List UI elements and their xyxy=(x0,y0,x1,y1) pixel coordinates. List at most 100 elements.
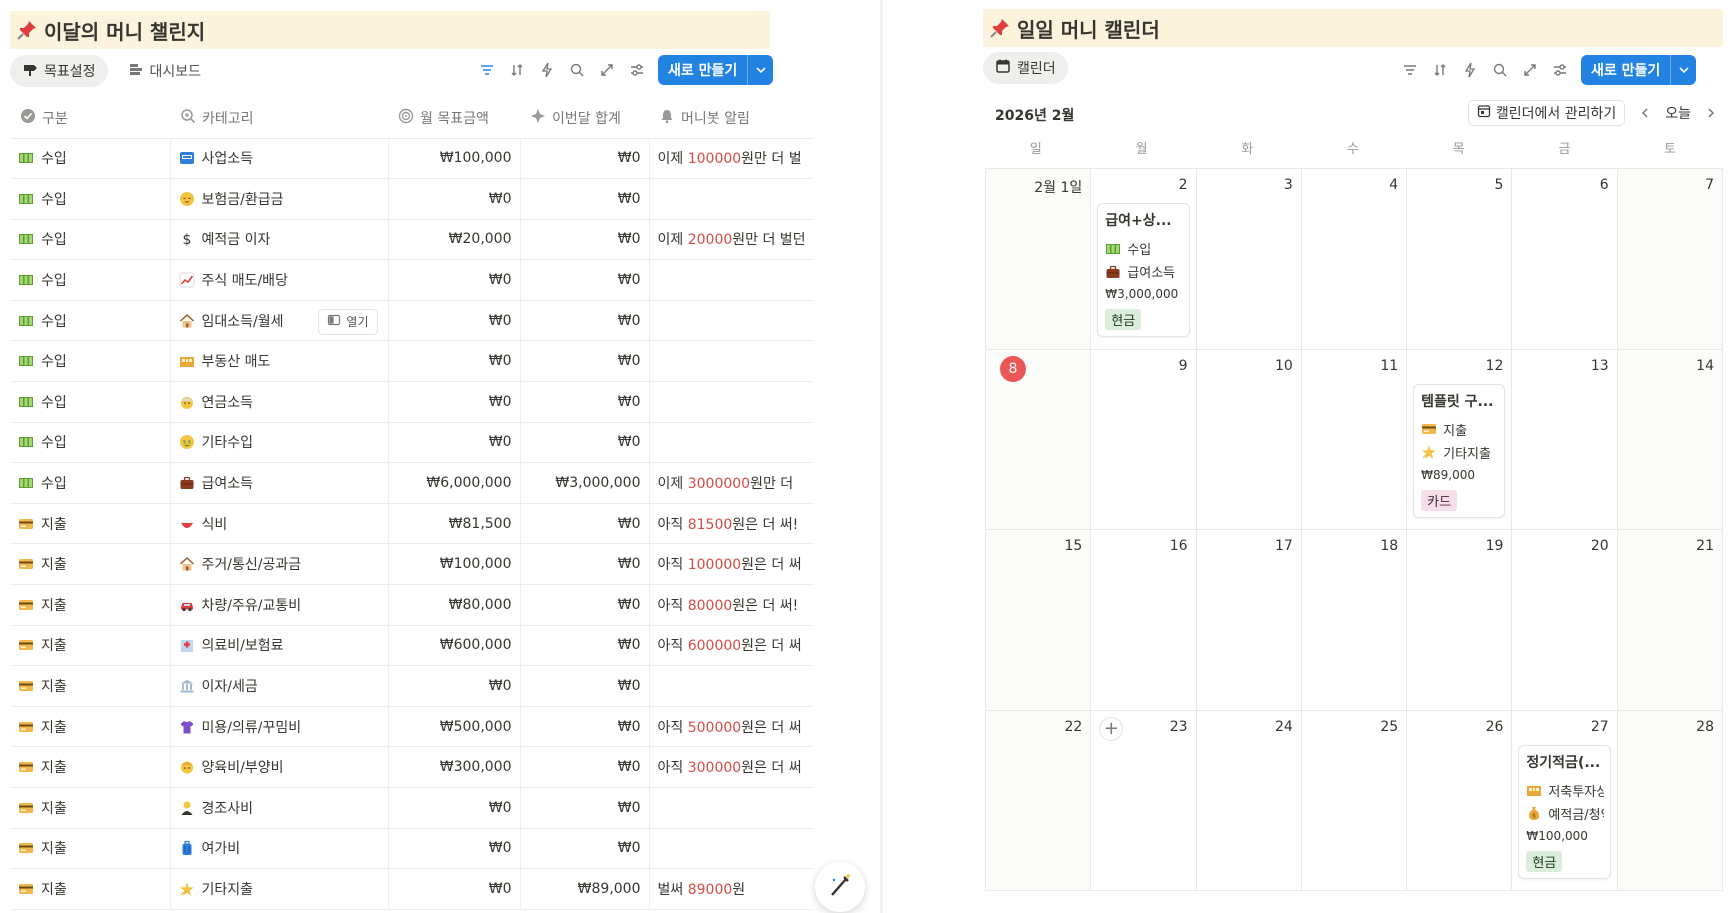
calendar-event-card[interactable]: 템플릿 구... 지출 기타지출 ₩89,000 카드 xyxy=(1413,383,1506,518)
cell-moneybot-alert[interactable] xyxy=(649,665,814,707)
settings-sliders-icon[interactable] xyxy=(622,55,652,85)
cell-type[interactable]: 수입 xyxy=(10,462,171,504)
cell-type[interactable]: 지출 xyxy=(10,584,171,626)
cell-type[interactable]: 지출 xyxy=(10,543,171,586)
calendar-day-cell[interactable]: 8 xyxy=(986,349,1092,530)
calendar-day-cell[interactable]: 3 xyxy=(1196,169,1302,350)
cell-type[interactable]: 지출 xyxy=(10,787,171,829)
cell-category[interactable]: $ $ 기타수입 xyxy=(170,422,389,464)
open-page-button[interactable]: 열기 xyxy=(318,308,378,335)
cell-moneybot-alert[interactable]: 벌써 89000원 xyxy=(649,868,814,910)
cell-goal-amount[interactable]: ₩0 xyxy=(388,828,521,870)
cell-month-total[interactable]: ₩0 xyxy=(520,219,650,261)
table-row[interactable]: 수입 부동산 매도 ₩0 ₩0 xyxy=(10,340,814,383)
calendar-day-cell[interactable]: 18 xyxy=(1301,530,1408,711)
cell-category[interactable]: 급여소득 xyxy=(170,462,389,504)
cell-category[interactable]: 부동산 매도 xyxy=(170,340,389,383)
table-row[interactable]: 수입 주식 매도/배당 ₩0 ₩0 xyxy=(10,259,814,301)
table-row[interactable]: 수입 $ 예적금 이자 ₩20,000 ₩0 이제 20000원만 더 벌던 xyxy=(10,219,814,261)
cell-goal-amount[interactable]: ₩80,000 xyxy=(388,584,521,626)
table-row[interactable]: 지출 기타지출 ₩0 ₩89,000 벌써 89000원 xyxy=(10,868,814,910)
cell-category[interactable]: 양육비/부양비 xyxy=(170,746,389,788)
calendar-event-card[interactable]: 정기적금(... 저축투자상품 $ 예적금/청약 ₩100,000 현금 xyxy=(1518,744,1611,879)
cell-category[interactable]: 미용/의류/꾸밈비 xyxy=(170,706,389,748)
cell-goal-amount[interactable]: ₩0 xyxy=(388,787,521,829)
filter-icon[interactable] xyxy=(1395,55,1425,85)
calendar-day-cell[interactable]: 4 xyxy=(1301,169,1408,350)
cell-category[interactable]: 주거/통신/공과금 xyxy=(170,543,389,586)
cell-moneybot-alert[interactable]: 이제 3000000원만 더 xyxy=(649,462,814,504)
cell-moneybot-alert[interactable]: 이제 20000원만 더 벌던 xyxy=(649,219,814,261)
tab-calendar[interactable]: 캘린더 xyxy=(983,52,1068,84)
cell-goal-amount[interactable]: ₩0 xyxy=(388,340,521,383)
cell-goal-amount[interactable]: ₩81,500 xyxy=(388,503,521,545)
cell-goal-amount[interactable]: ₩600,000 xyxy=(388,625,521,667)
table-row[interactable]: 수입 급여소득 ₩6,000,000 ₩3,000,000 이제 3000000원만 더 xyxy=(10,462,814,504)
cell-month-total[interactable]: ₩0 xyxy=(520,300,650,342)
cell-type[interactable]: 지출 xyxy=(10,665,171,707)
cell-month-total[interactable]: ₩0 xyxy=(520,178,650,220)
lightning-icon[interactable] xyxy=(532,55,562,85)
cell-goal-amount[interactable]: ₩6,000,000 xyxy=(388,462,521,504)
sort-icon[interactable] xyxy=(502,55,532,85)
cell-goal-amount[interactable]: ₩0 xyxy=(388,381,521,423)
search-icon[interactable] xyxy=(562,55,592,85)
manage-in-calendar-button[interactable]: 캘린더에서 관리하기 xyxy=(1467,100,1626,126)
cell-category[interactable]: 이자/세금 xyxy=(170,665,389,707)
table-row[interactable]: 지출 차량/주유/교통비 ₩80,000 ₩0 아직 80000원은 더 써! xyxy=(10,584,814,626)
cell-month-total[interactable]: ₩0 xyxy=(520,381,650,423)
cell-moneybot-alert[interactable] xyxy=(649,828,814,870)
cell-goal-amount[interactable]: ₩100,000 xyxy=(388,138,521,180)
cell-type[interactable]: 지출 xyxy=(10,625,171,667)
cell-category[interactable]: 연금소득 xyxy=(170,381,389,423)
next-month-chevron-icon[interactable] xyxy=(1699,101,1723,125)
cell-moneybot-alert[interactable] xyxy=(649,340,814,383)
cell-type[interactable]: 수입 xyxy=(10,219,171,261)
cell-category[interactable]: 여가비 xyxy=(170,828,389,870)
cell-month-total[interactable]: ₩0 xyxy=(520,787,650,829)
calendar-day-cell[interactable]: 13 xyxy=(1512,349,1618,530)
cell-moneybot-alert[interactable] xyxy=(649,178,814,220)
calendar-day-cell[interactable]: 9 xyxy=(1091,349,1197,530)
column-header-total[interactable]: 이번달 합계 xyxy=(520,98,649,139)
calendar-day-cell[interactable]: 19 xyxy=(1407,530,1513,711)
table-row[interactable]: 지출 식비 ₩81,500 ₩0 아직 81500원은 더 써! xyxy=(10,503,814,545)
cell-goal-amount[interactable]: ₩300,000 xyxy=(388,746,521,788)
table-row[interactable]: 지출 미용/의류/꾸밈비 ₩500,000 ₩0 아직 500000원은 더 써 xyxy=(10,706,814,748)
cell-type[interactable]: 수입 xyxy=(10,381,171,423)
cell-moneybot-alert[interactable]: 이제 100000원만 더 벌 xyxy=(649,138,814,180)
calendar-day-cell[interactable]: 25 xyxy=(1301,710,1408,891)
calendar-day-cell[interactable]: 10 xyxy=(1196,349,1302,530)
table-row[interactable]: 수입 $ $ 기타수입 ₩0 ₩0 xyxy=(10,422,814,464)
calendar-day-cell[interactable]: 28 xyxy=(1617,710,1723,891)
cell-moneybot-alert[interactable] xyxy=(649,259,814,301)
new-button[interactable]: 새로 만들기 xyxy=(1581,55,1697,85)
cell-goal-amount[interactable]: ₩0 xyxy=(388,178,521,220)
cell-month-total[interactable]: ₩3,000,000 xyxy=(520,462,650,504)
table-row[interactable]: 지출 주거/통신/공과금 ₩100,000 ₩0 아직 100000원은 더 써 xyxy=(10,543,814,586)
calendar-day-cell[interactable]: 22 xyxy=(986,710,1092,891)
cell-month-total[interactable]: ₩0 xyxy=(520,543,650,586)
table-row[interactable]: 수입 임대소득/월세 열기 ₩0 ₩0 xyxy=(10,300,814,342)
table-row[interactable]: 지출 경조사비 ₩0 ₩0 xyxy=(10,787,814,829)
add-event-plus-icon[interactable]: + xyxy=(1099,716,1124,741)
cell-type[interactable]: 수입 xyxy=(10,422,171,464)
calendar-day-cell[interactable]: 5 xyxy=(1407,169,1513,350)
calendar-day-cell[interactable]: 21 xyxy=(1617,530,1723,711)
cell-month-total[interactable]: ₩0 xyxy=(520,625,650,667)
calendar-day-cell[interactable]: 14 xyxy=(1617,349,1723,530)
cell-moneybot-alert[interactable] xyxy=(649,422,814,464)
column-header-category[interactable]: 카테고리 xyxy=(170,98,388,139)
column-header-type[interactable]: 구분 xyxy=(10,98,170,139)
cell-moneybot-alert[interactable]: 아직 81500원은 더 써! xyxy=(649,503,814,545)
cell-category[interactable]: $ 예적금 이자 xyxy=(170,219,389,261)
cell-moneybot-alert[interactable]: 아직 80000원은 더 써! xyxy=(649,584,814,626)
panel-divider[interactable] xyxy=(880,0,883,913)
cell-goal-amount[interactable]: ₩0 xyxy=(388,422,521,464)
calendar-day-cell[interactable]: 27 정기적금(... 저축투자상품 $ 예적금/청약 ₩100,000 현금 xyxy=(1512,710,1618,891)
cell-category[interactable]: 차량/주유/교통비 xyxy=(170,584,389,626)
table-row[interactable]: 수입 보험금/환급금 ₩0 ₩0 xyxy=(10,178,814,220)
calendar-day-cell[interactable]: 20 xyxy=(1512,530,1618,711)
cell-month-total[interactable]: ₩0 xyxy=(520,828,650,870)
calendar-day-cell[interactable]: 24 xyxy=(1196,710,1302,891)
